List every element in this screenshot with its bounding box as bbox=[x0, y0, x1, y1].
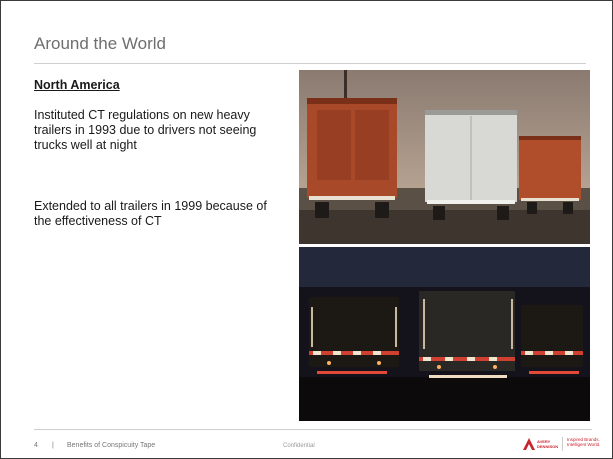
title-divider bbox=[34, 63, 586, 64]
section-heading: North America bbox=[34, 78, 120, 92]
svg-text:DENNISON: DENNISON bbox=[537, 444, 558, 449]
footer-title: Benefits of Conspicuity Tape bbox=[67, 442, 156, 449]
confidential-label: Confidential bbox=[283, 443, 315, 449]
slide: Around the World North America Institute… bbox=[0, 0, 613, 459]
paragraph-regulation-1993: Instituted CT regulations on new heavy t… bbox=[34, 108, 257, 152]
slide-title: Around the World bbox=[34, 34, 166, 53]
trailers-night-photo bbox=[299, 247, 590, 421]
page-number: 4 bbox=[34, 442, 38, 449]
footer-separator: | bbox=[52, 442, 54, 449]
footer-divider bbox=[34, 429, 592, 430]
paragraph-extension-1999: Extended to all trailers in 1999 because… bbox=[34, 199, 267, 228]
logo-divider bbox=[562, 437, 563, 451]
brand-tagline: Inspired Brands. Intelligent World. bbox=[567, 437, 601, 447]
avery-dennison-logo: AVERY DENNISON bbox=[523, 437, 559, 456]
trailers-daytime-photo bbox=[299, 70, 590, 244]
